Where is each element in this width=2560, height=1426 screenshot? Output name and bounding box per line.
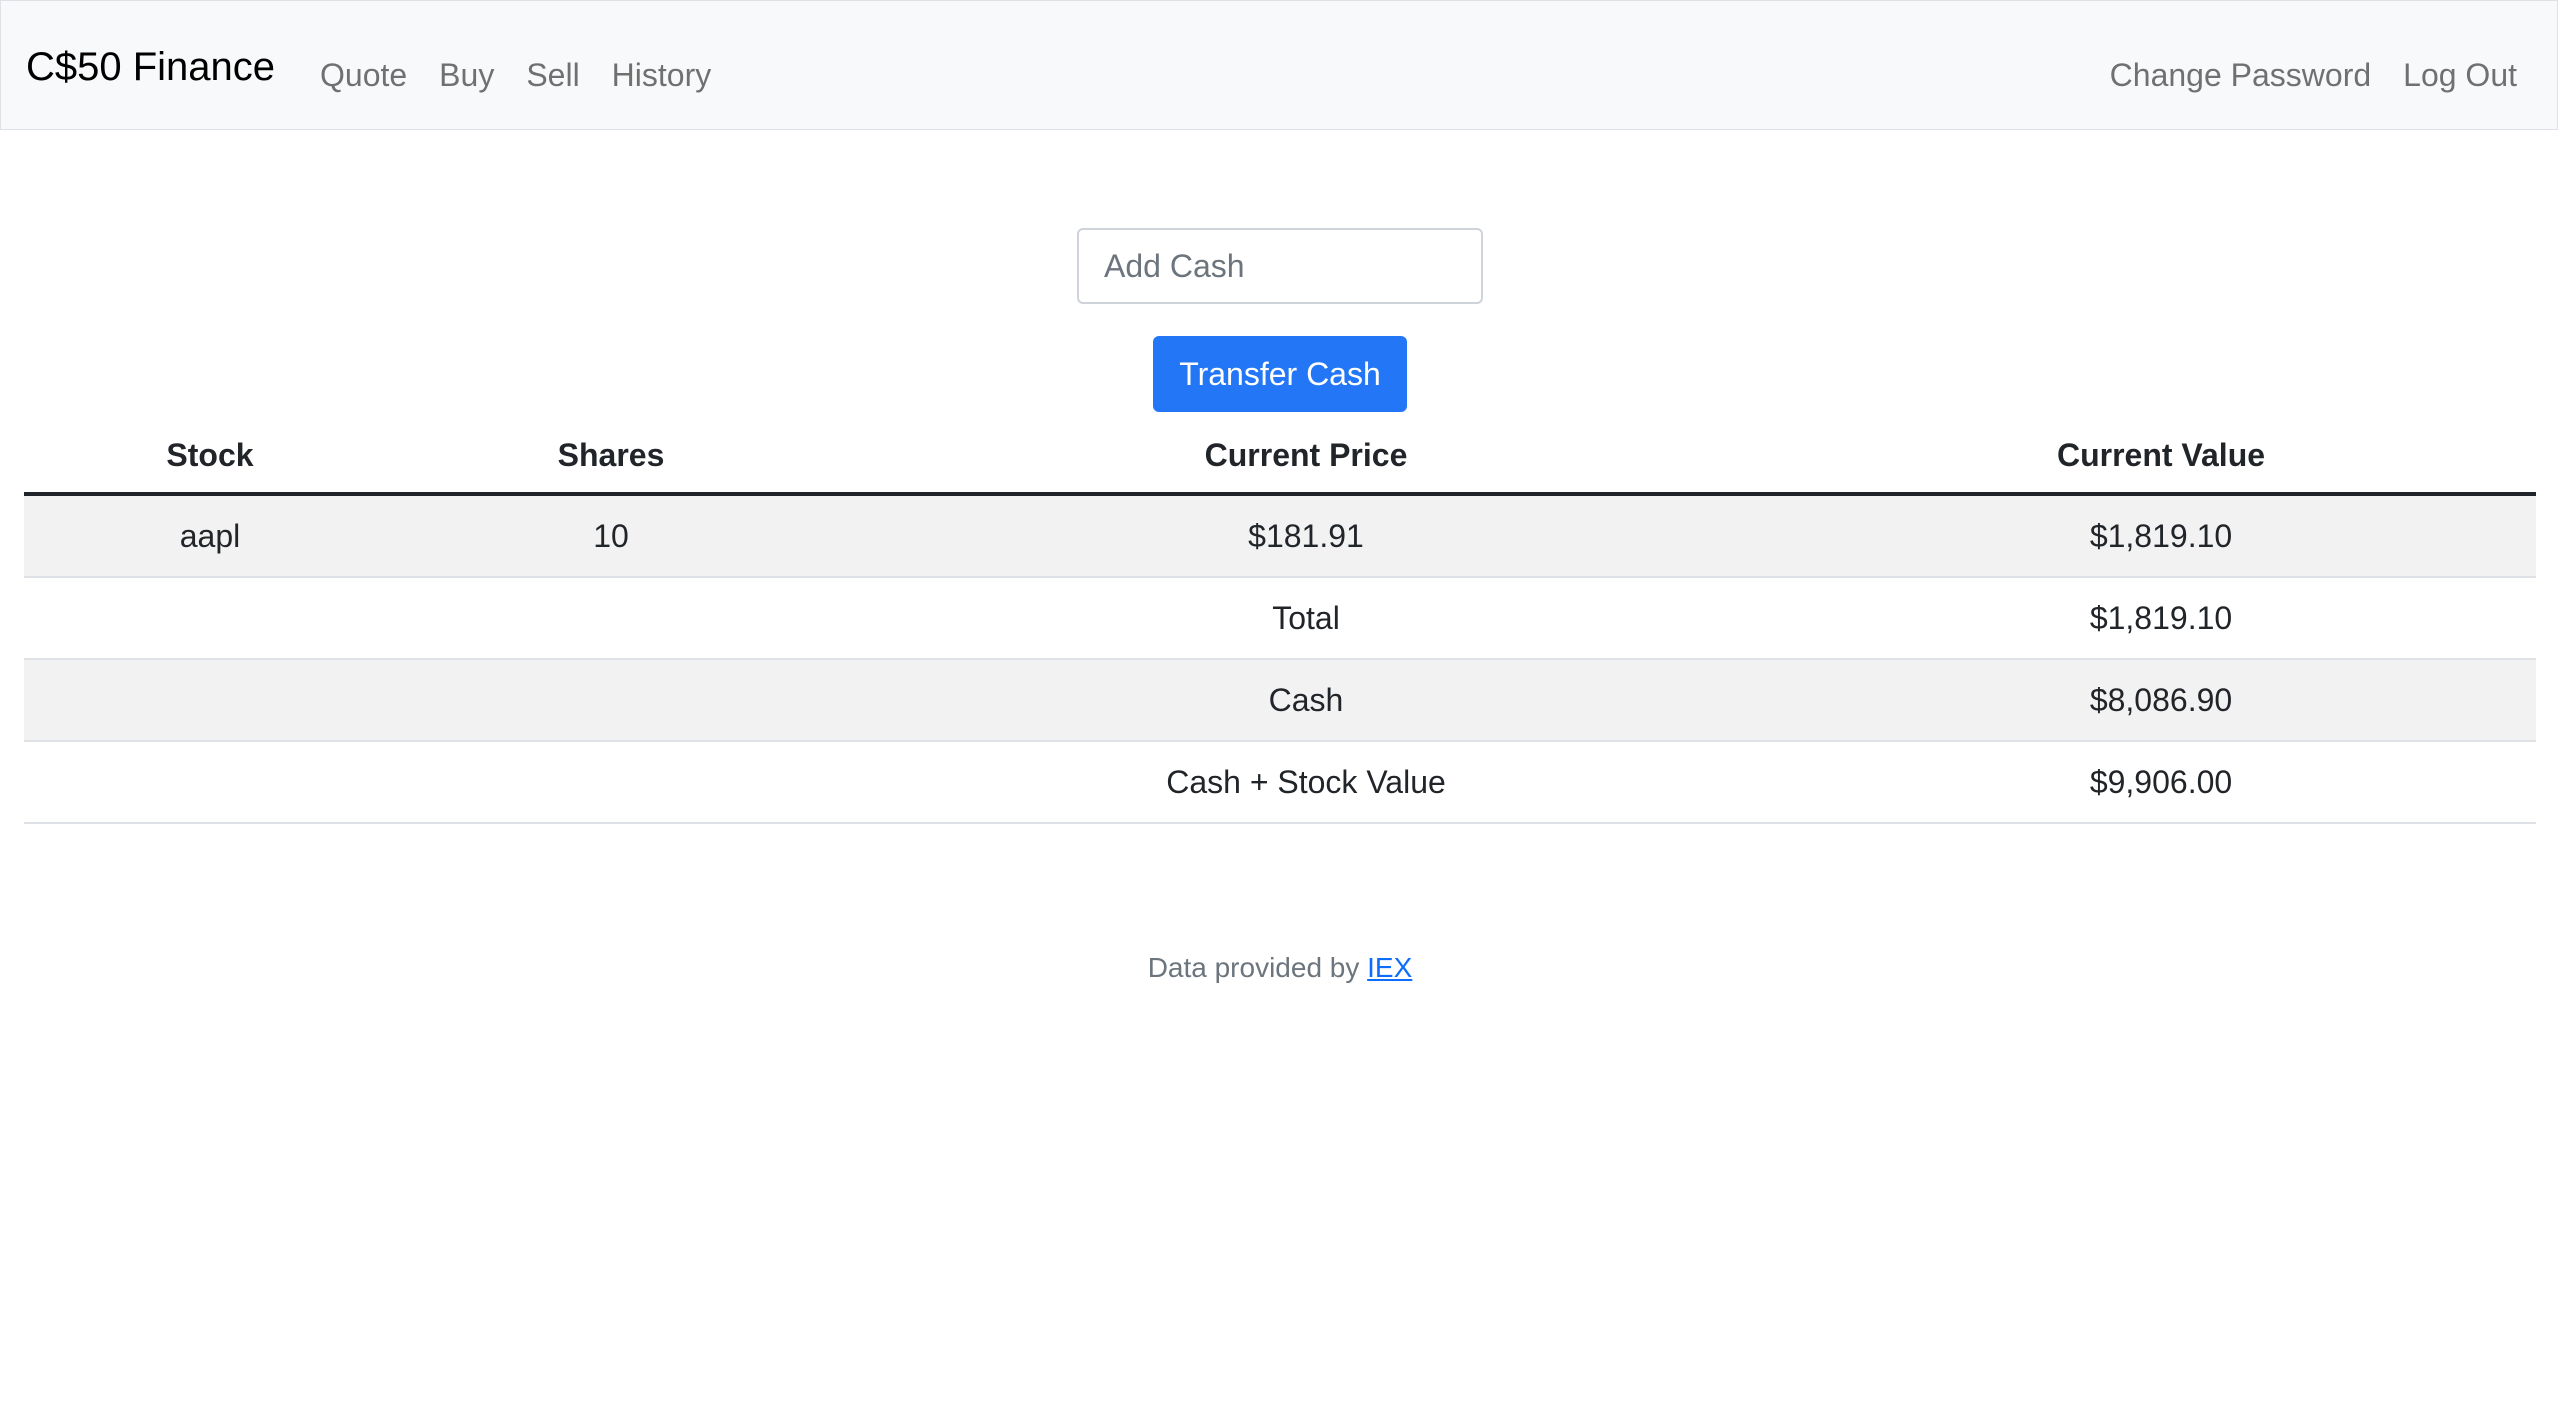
cell-empty xyxy=(396,741,826,824)
total-row: Total $1,819.10 xyxy=(24,577,2536,660)
nav-link-quote[interactable]: Quote xyxy=(320,53,407,97)
footer-text: Data provided by xyxy=(1147,952,1360,983)
nav-link-change-password[interactable]: Change Password xyxy=(2110,53,2371,97)
add-cash-input[interactable] xyxy=(1077,228,1483,304)
cell-shares: 10 xyxy=(396,494,826,578)
cell-value: $1,819.10 xyxy=(1786,494,2536,578)
grand-total-row: Cash + Stock Value $9,906.00 xyxy=(24,741,2536,824)
cell-empty xyxy=(24,577,396,660)
grand-total-value: $9,906.00 xyxy=(1786,741,2536,824)
cell-empty xyxy=(396,659,826,742)
cell-price: $181.91 xyxy=(826,494,1786,578)
footer: Data provided by IEX xyxy=(0,952,2560,984)
header-stock: Stock xyxy=(24,418,396,496)
transfer-cash-button[interactable]: Transfer Cash xyxy=(1153,336,1407,412)
cash-value: $8,086.90 xyxy=(1786,659,2536,742)
add-cash-form: Transfer Cash xyxy=(0,228,2560,412)
cash-label: Cash xyxy=(826,659,1786,742)
cell-empty xyxy=(396,577,826,660)
header-current-value: Current Value xyxy=(1786,418,2536,496)
total-label: Total xyxy=(826,577,1786,660)
header-current-price: Current Price xyxy=(826,418,1786,496)
header-shares: Shares xyxy=(396,418,826,496)
table-row: aapl 10 $181.91 $1,819.10 xyxy=(24,494,2536,578)
cell-stock: aapl xyxy=(24,494,396,578)
cell-empty xyxy=(24,659,396,742)
iex-link[interactable]: IEX xyxy=(1367,952,1412,983)
navbar: C$50 Finance Quote Buy Sell History Chan… xyxy=(0,0,2558,130)
nav-link-history[interactable]: History xyxy=(612,53,712,97)
brand-link[interactable]: C$50 Finance xyxy=(26,43,275,91)
grand-total-label: Cash + Stock Value xyxy=(826,741,1786,824)
nav-left: Quote Buy Sell History xyxy=(320,53,743,97)
nav-link-log-out[interactable]: Log Out xyxy=(2403,53,2517,97)
cell-empty xyxy=(24,741,396,824)
table-header-row: Stock Shares Current Price Current Value xyxy=(24,418,2536,496)
nav-link-buy[interactable]: Buy xyxy=(439,53,494,97)
portfolio-table: Stock Shares Current Price Current Value… xyxy=(24,418,2536,824)
nav-link-sell[interactable]: Sell xyxy=(526,53,579,97)
cash-row: Cash $8,086.90 xyxy=(24,659,2536,742)
nav-right: Change Password Log Out xyxy=(2078,53,2517,97)
total-value: $1,819.10 xyxy=(1786,577,2536,660)
